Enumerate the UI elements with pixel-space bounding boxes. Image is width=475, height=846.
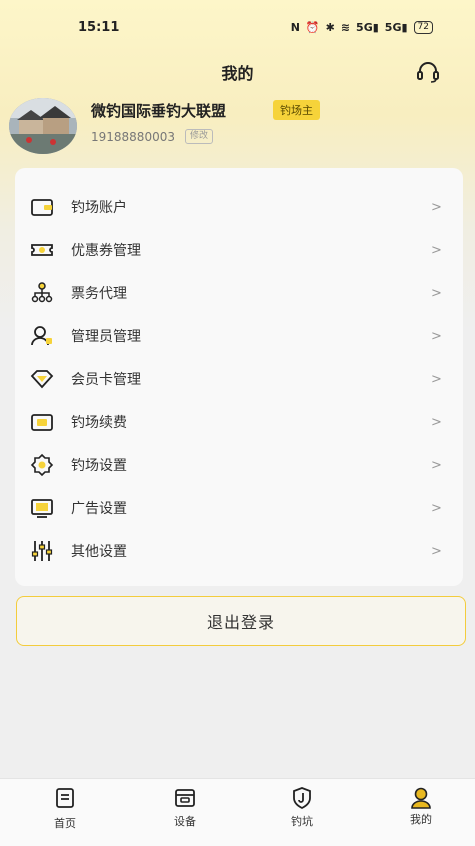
menu-label: 会员卡管理 xyxy=(71,372,141,388)
chevron-right-icon: > xyxy=(431,458,442,473)
avatar[interactable] xyxy=(9,98,77,154)
menu-item-other-settings[interactable]: 其他设置 > xyxy=(15,531,463,571)
chevron-right-icon: > xyxy=(431,415,442,430)
profile-card: 微钓国际垂钓大联盟 钓场主 19188880003 修改 xyxy=(9,98,469,154)
menu-label: 钓场账户 xyxy=(71,200,127,216)
signal-icon-2: 5G▮ xyxy=(384,20,408,34)
spot-icon xyxy=(293,787,311,810)
coupon-icon xyxy=(31,244,53,256)
menu-label: 票务代理 xyxy=(71,286,127,302)
chevron-right-icon: > xyxy=(431,286,442,301)
wallet-icon xyxy=(31,199,53,216)
menu-item-renewal[interactable]: 钓场续费 > xyxy=(15,402,463,442)
edit-button[interactable]: 修改 xyxy=(185,129,214,144)
alarm-icon: ⏰ xyxy=(305,20,320,34)
bluetooth-icon: ✱ xyxy=(325,20,335,34)
tab-label: 我的 xyxy=(410,813,432,826)
admin-icon xyxy=(31,326,52,346)
chevron-right-icon: > xyxy=(431,501,442,516)
chevron-right-icon: > xyxy=(431,243,442,258)
logout-label: 退出登录 xyxy=(206,613,275,632)
profile-name: 微钓国际垂钓大联盟 xyxy=(91,102,227,120)
device-icon xyxy=(175,789,195,807)
tab-fishing-spot[interactable]: 钓坑 xyxy=(257,779,347,846)
tab-home[interactable]: 首页 xyxy=(20,779,110,846)
tab-device[interactable]: 设备 xyxy=(140,779,230,846)
menu-item-admin-management[interactable]: 管理员管理 > xyxy=(15,316,463,356)
headset-icon[interactable] xyxy=(415,59,441,85)
sliders-icon xyxy=(31,541,53,561)
status-icons: N ⏰ ✱ ≋ 5G▮ 5G▮ 72 xyxy=(290,20,433,34)
nfc-icon: N xyxy=(290,20,300,34)
menu-item-ad-settings[interactable]: 广告设置 > xyxy=(15,488,463,528)
signal-icon: 5G▮ xyxy=(356,20,379,34)
settings-icon xyxy=(30,453,54,477)
diamond-icon xyxy=(30,370,54,389)
renew-icon xyxy=(31,414,53,431)
menu-item-ticket-agent[interactable]: 票务代理 > xyxy=(15,273,463,313)
page-title: 我的 xyxy=(221,64,254,83)
home-icon xyxy=(56,788,74,808)
ad-icon xyxy=(31,499,53,518)
menu-item-coupon-management[interactable]: 优惠券管理 > xyxy=(15,230,463,270)
tab-label: 钓坑 xyxy=(291,815,313,828)
chevron-right-icon: > xyxy=(431,372,442,387)
role-badge: 钓场主 xyxy=(273,100,320,120)
menu-item-fishing-account[interactable]: 钓场账户 > xyxy=(15,187,463,227)
chevron-right-icon: > xyxy=(431,200,442,215)
battery-icon: 72 xyxy=(413,20,433,34)
menu-label: 管理员管理 xyxy=(71,329,141,345)
tab-label: 设备 xyxy=(174,815,196,828)
menu-item-fishing-settings[interactable]: 钓场设置 > xyxy=(15,445,463,485)
org-chart-icon xyxy=(31,282,53,303)
menu-label: 钓场续费 xyxy=(71,415,127,431)
menu-item-member-card[interactable]: 会员卡管理 > xyxy=(15,359,463,399)
profile-phone: 19188880003 xyxy=(91,130,175,144)
tab-profile[interactable]: 我的 xyxy=(376,779,466,846)
profile-icon xyxy=(411,787,431,809)
menu-label: 钓场设置 xyxy=(71,458,127,474)
page-header: 我的 xyxy=(0,56,475,88)
chevron-right-icon: > xyxy=(431,329,442,344)
status-time: 15:11 xyxy=(78,19,120,35)
menu-label: 优惠券管理 xyxy=(71,243,141,259)
bottom-tab-bar: 首页 设备 钓坑 我的 xyxy=(0,778,475,846)
avatar-image xyxy=(9,98,77,154)
menu-label: 广告设置 xyxy=(71,501,127,517)
menu-card: 钓场账户 > 优惠券管理 > 票务代理 > 管理员管理 > 会员卡管理 > 钓场… xyxy=(15,168,463,586)
chevron-right-icon: > xyxy=(431,544,442,559)
menu-label: 其他设置 xyxy=(71,544,127,560)
tab-label: 首页 xyxy=(54,817,76,830)
status-bar: 15:11 N ⏰ ✱ ≋ 5G▮ 5G▮ 72 xyxy=(0,12,475,42)
logout-button[interactable]: 退出登录 xyxy=(16,596,466,646)
wifi-icon: ≋ xyxy=(340,20,351,34)
